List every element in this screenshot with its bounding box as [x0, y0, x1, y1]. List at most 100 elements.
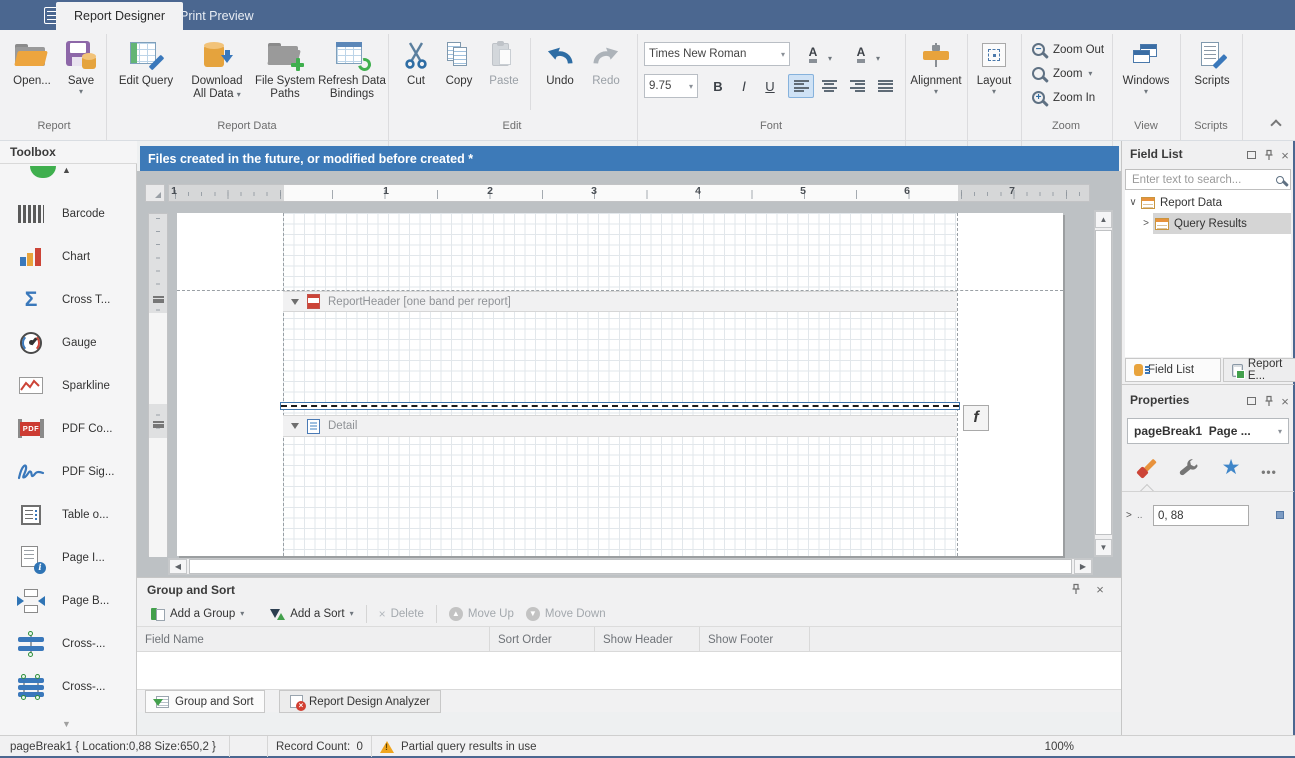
tree-node-query-results[interactable]: > Query Results: [1125, 213, 1291, 234]
toolbox-item-page-break[interactable]: Page B...: [0, 579, 136, 622]
toolbox-item-barcode[interactable]: Barcode: [0, 192, 136, 235]
alignment-button[interactable]: Alignment ▾: [910, 36, 962, 116]
cut-label: Cut: [407, 75, 425, 88]
font-color-caret[interactable]: ▾: [828, 50, 832, 64]
toolbox-item-pdf-signature[interactable]: PDF Sig...: [0, 450, 136, 493]
pin-icon[interactable]: [1069, 582, 1083, 596]
align-left-button[interactable]: [788, 74, 814, 98]
toolbox-item-sparkline[interactable]: Sparkline: [0, 364, 136, 407]
detail-band[interactable]: Detail: [283, 415, 957, 437]
tab-report-design-analyzer[interactable]: Report Design Analyzer: [279, 690, 441, 713]
add-a-group-button[interactable]: Add a Group ▾: [145, 606, 250, 622]
font-color-button[interactable]: A: [798, 42, 828, 66]
close-icon[interactable]: ×: [1278, 394, 1292, 408]
horizontal-scroll-thumb[interactable]: [189, 559, 1072, 574]
vertical-scrollbar[interactable]: ▲ ▼: [1094, 210, 1113, 557]
close-icon[interactable]: ×: [1278, 148, 1292, 162]
toolbox-scroll-up[interactable]: ▲: [62, 165, 71, 175]
zoom-out-button[interactable]: −Zoom Out: [1028, 38, 1112, 61]
undo-button[interactable]: Undo: [538, 36, 582, 116]
scripts-button[interactable]: Scripts: [1188, 36, 1236, 116]
column-show-footer[interactable]: Show Footer: [700, 627, 810, 652]
refresh-data-bindings-button[interactable]: Refresh DataBindings: [318, 36, 386, 116]
vertical-ruler[interactable]: [148, 213, 168, 556]
toolbox-item-cross-tab[interactable]: Σ Cross T...: [0, 278, 136, 321]
windows-button[interactable]: Windows ▾: [1118, 36, 1174, 116]
tree-node-report-data[interactable]: ∨ Report Data: [1125, 192, 1291, 213]
column-show-header[interactable]: Show Header: [595, 627, 700, 652]
toolbox-item-cross-band-line[interactable]: Cross-...: [0, 622, 136, 665]
back-color-button[interactable]: A: [846, 42, 876, 66]
properties-tab-appearance[interactable]: [1130, 453, 1164, 483]
bold-button[interactable]: B: [706, 74, 730, 98]
tab-print-preview[interactable]: Print Preview: [162, 2, 272, 30]
maximize-icon[interactable]: [1244, 394, 1258, 408]
back-color-caret[interactable]: ▾: [876, 50, 880, 64]
save-button[interactable]: Save ▾: [58, 36, 104, 116]
download-all-data-button[interactable]: DownloadAll Data ▾: [182, 36, 252, 116]
collapse-ribbon-button[interactable]: [1272, 118, 1280, 132]
group-and-sort-list[interactable]: [137, 652, 1121, 690]
column-field-name[interactable]: Field Name: [137, 627, 490, 652]
properties-object-selector[interactable]: pageBreak1 Page ... ▾: [1127, 418, 1289, 444]
toolbox-item-cross-band-box[interactable]: Cross-...: [0, 665, 136, 708]
main-tab-bar: ▾ Report Designer Print Preview: [0, 0, 1295, 30]
properties-tab-behavior[interactable]: [1172, 453, 1206, 483]
close-icon[interactable]: ×: [1093, 582, 1107, 596]
font-name-combobox[interactable]: Times New Roman ▾: [644, 42, 790, 66]
align-right-button[interactable]: [844, 74, 870, 98]
font-size-combobox[interactable]: 9.75 ▾: [644, 74, 698, 98]
add-a-sort-button[interactable]: Add a Sort ▾: [264, 606, 359, 622]
move-down-button[interactable]: ▼ Move Down: [520, 605, 612, 623]
vertical-scroll-thumb[interactable]: [1095, 230, 1112, 535]
file-system-paths-button[interactable]: File SystemPaths: [252, 36, 318, 116]
paste-button[interactable]: Paste: [482, 36, 526, 116]
move-up-button[interactable]: ▲ Move Up: [443, 605, 520, 623]
page-break-element-selected[interactable]: [280, 402, 960, 410]
tab-field-list[interactable]: Field List: [1125, 358, 1221, 382]
horizontal-scrollbar[interactable]: ◀ ▶: [168, 558, 1093, 575]
horizontal-ruler[interactable]: [168, 184, 1090, 202]
property-value-input[interactable]: [1153, 505, 1249, 526]
open-button[interactable]: Open...: [8, 36, 56, 116]
smart-tag-expression-button[interactable]: f: [963, 405, 989, 431]
toolbox-item-gauge[interactable]: Gauge: [0, 321, 136, 364]
maximize-icon[interactable]: [1244, 148, 1258, 162]
properties-tab-favorites[interactable]: ★: [1214, 453, 1248, 483]
cut-button[interactable]: Cut: [396, 36, 436, 116]
scroll-down-button[interactable]: ▼: [1095, 539, 1112, 556]
toolbox-item-table-of-contents[interactable]: Table o...: [0, 493, 136, 536]
align-justify-button[interactable]: [872, 74, 898, 98]
tab-report-explorer[interactable]: Report E...: [1223, 358, 1295, 382]
underline-button[interactable]: U: [758, 74, 782, 98]
delete-button[interactable]: × Delete: [373, 605, 430, 623]
report-header-band[interactable]: ReportHeader [one band per report]: [283, 291, 957, 312]
ruler-corner-button[interactable]: [145, 184, 165, 202]
property-marker-icon[interactable]: [1276, 511, 1284, 519]
zoom-button[interactable]: Zoom▾: [1028, 62, 1112, 85]
scroll-up-button[interactable]: ▲: [1095, 211, 1112, 228]
tab-group-and-sort[interactable]: Group and Sort: [145, 690, 265, 713]
properties-tab-more[interactable]: •••: [1252, 457, 1286, 487]
toolbox-item-page-info[interactable]: i Page I...: [0, 536, 136, 579]
scroll-left-button[interactable]: ◀: [169, 559, 187, 574]
toolbox-scroll-down[interactable]: ▼: [62, 719, 71, 729]
zoom-icon: [1032, 67, 1045, 80]
field-list-search-input[interactable]: Enter text to search...: [1125, 169, 1291, 190]
redo-button[interactable]: Redo: [584, 36, 628, 116]
toolbox-item-chart[interactable]: Chart: [0, 235, 136, 278]
pin-icon[interactable]: [1262, 148, 1276, 162]
layout-button[interactable]: Layout ▾: [972, 36, 1016, 116]
toolbox-item-pdf-content[interactable]: PDF PDF Co...: [0, 407, 136, 450]
italic-button[interactable]: I: [732, 74, 756, 98]
zoom-in-button[interactable]: +Zoom In: [1028, 86, 1112, 109]
align-justify-icon: [878, 80, 893, 93]
copy-button[interactable]: Copy: [438, 36, 480, 116]
pin-icon[interactable]: [1262, 394, 1276, 408]
edit-query-button[interactable]: Edit Query: [112, 36, 180, 116]
align-center-button[interactable]: [816, 74, 842, 98]
property-row-location[interactable]: > ..: [1126, 505, 1290, 526]
scroll-right-button[interactable]: ▶: [1074, 559, 1092, 574]
column-sort-order[interactable]: Sort Order: [490, 627, 595, 652]
report-page[interactable]: ReportHeader [one band per report] Detai…: [177, 213, 1063, 556]
